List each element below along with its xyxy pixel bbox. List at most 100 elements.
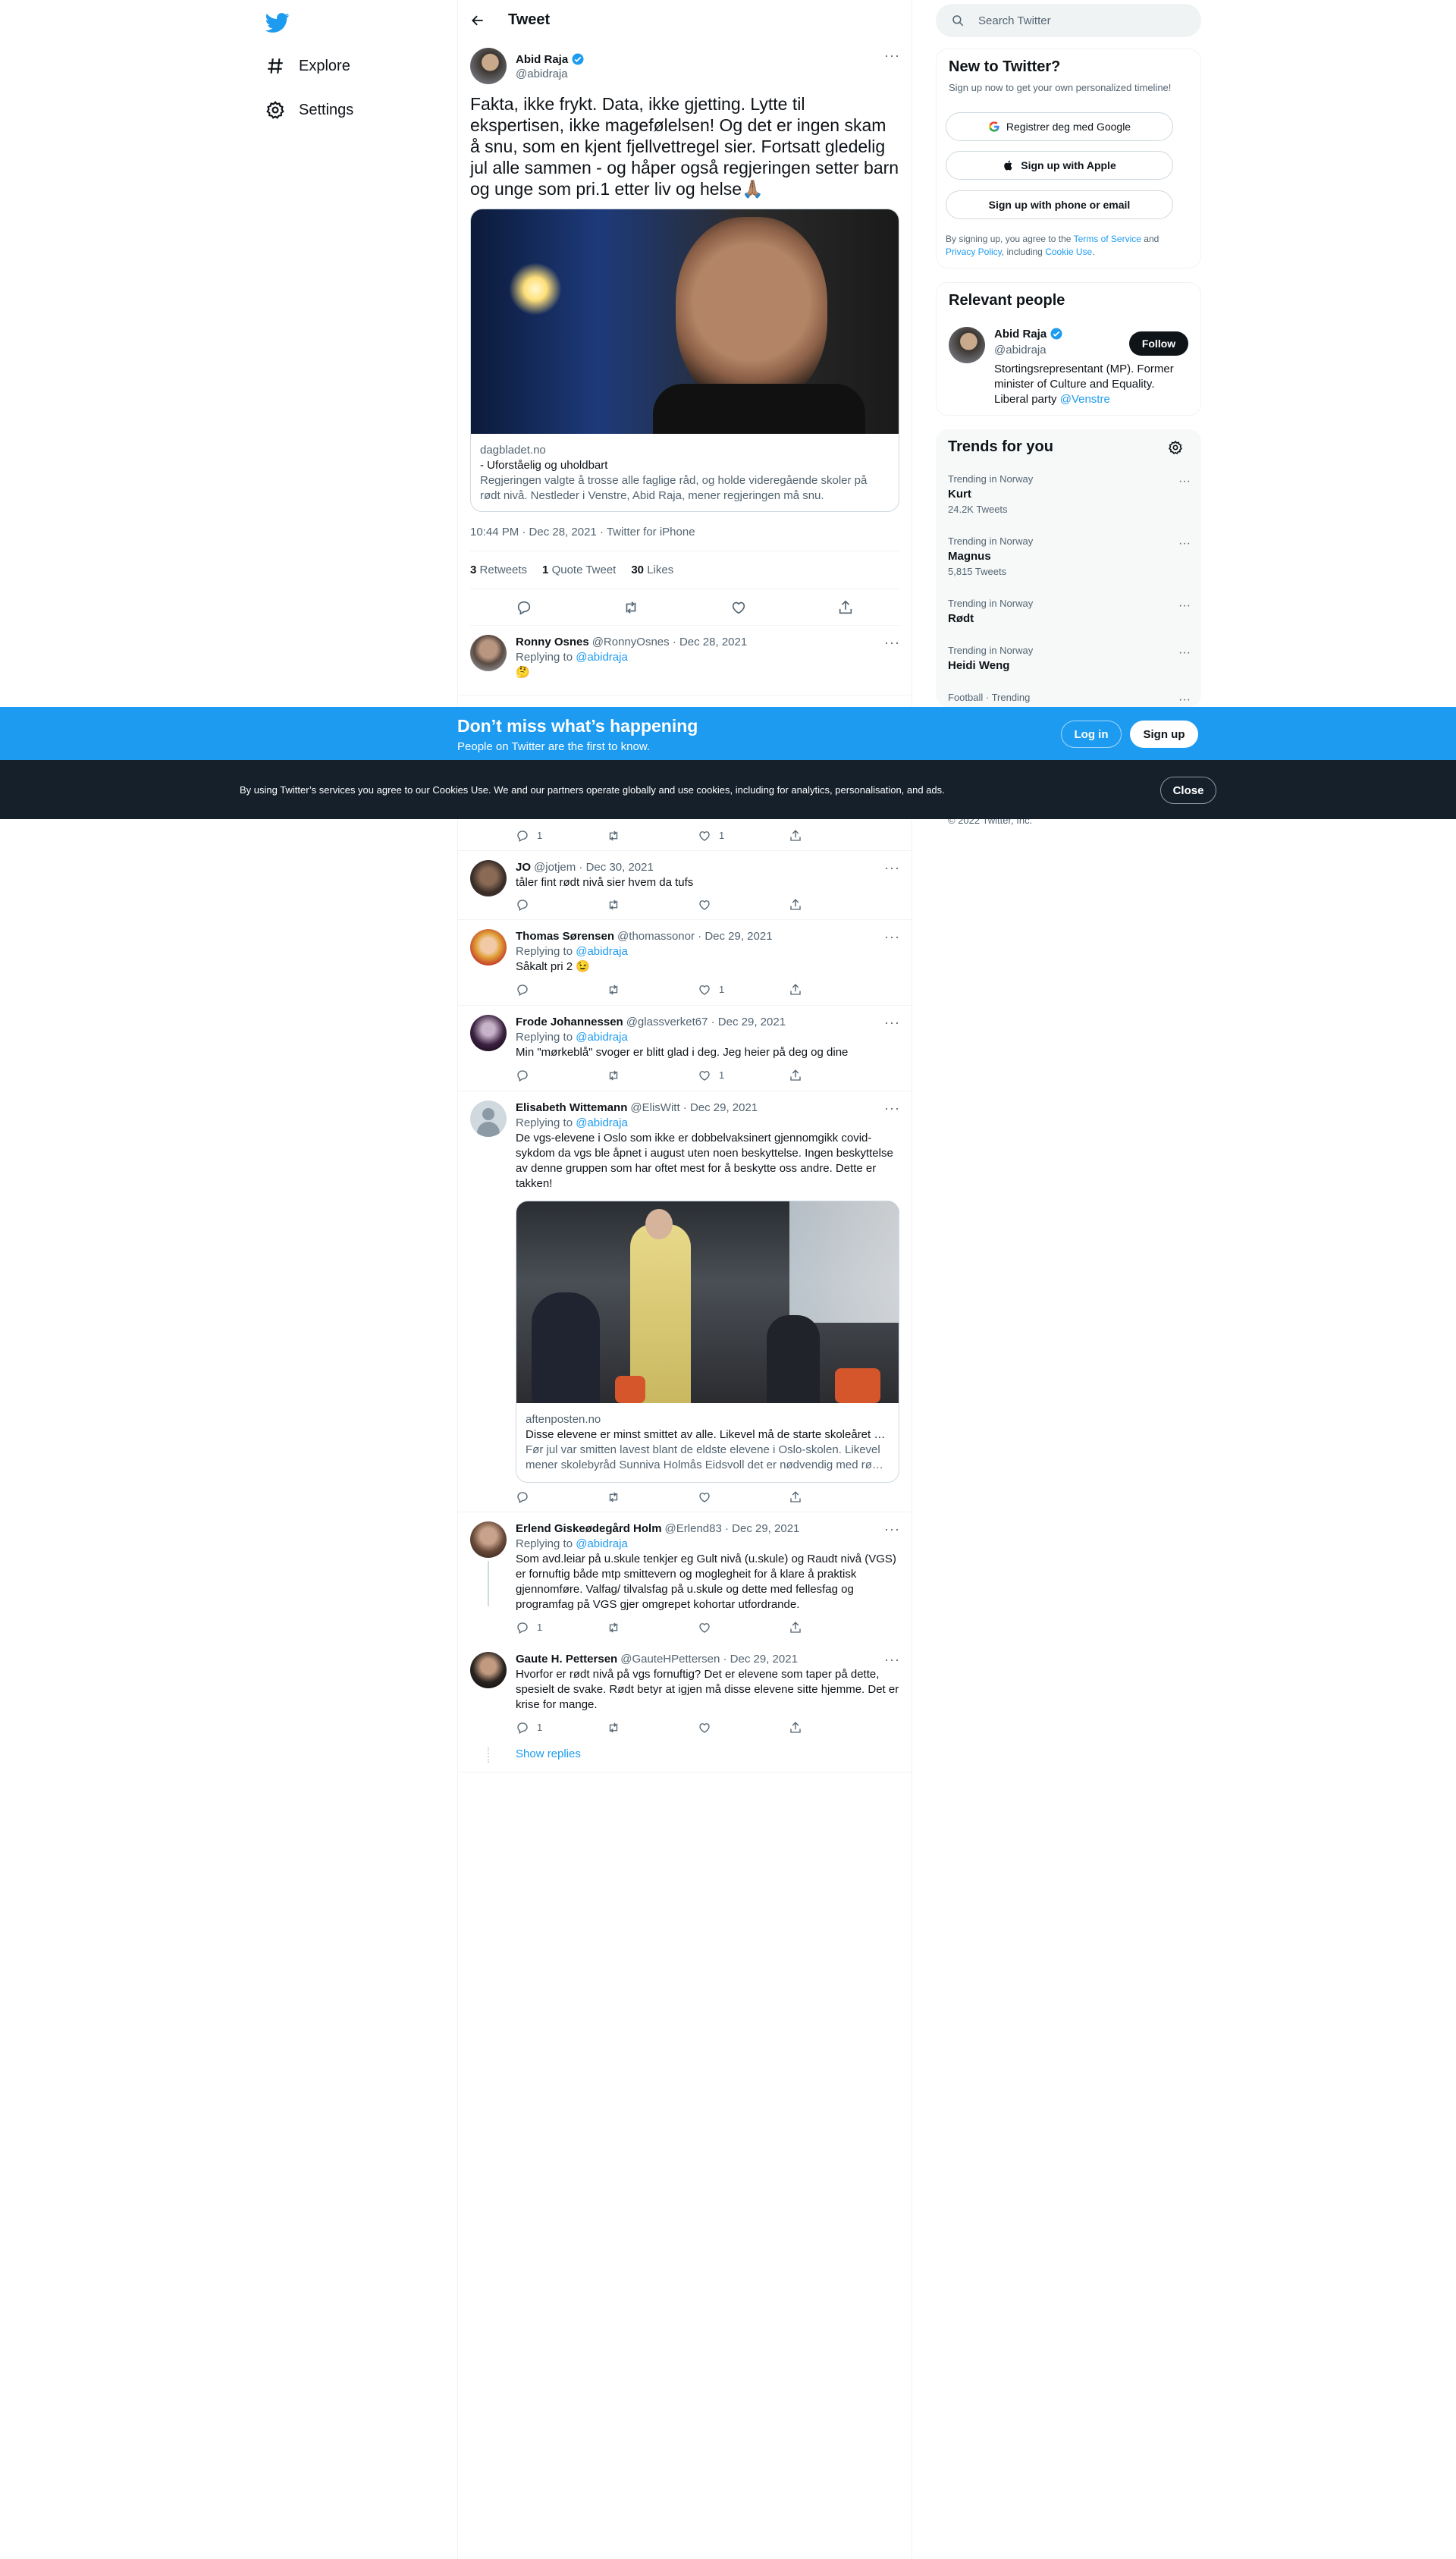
retweet-stat[interactable]: 3 Retweets	[470, 564, 527, 576]
link-card[interactable]: aftenposten.no Disse elevene er minst sm…	[516, 1201, 899, 1483]
avatar[interactable]	[470, 635, 507, 671]
avatar[interactable]	[470, 1015, 507, 1051]
avatar[interactable]	[470, 1652, 507, 1688]
avatar[interactable]	[470, 1101, 507, 1137]
nav-explore[interactable]: Explore	[265, 51, 350, 81]
replying-to-link[interactable]: @abidraja	[576, 945, 628, 958]
reply-tweet[interactable]: Elisabeth Wittemann @ElisWitt · Dec 29, …	[458, 1091, 912, 1512]
reply-tweet[interactable]: Frode Johannessen @glassverket67 · Dec 2…	[458, 1006, 912, 1091]
reply-button[interactable]	[516, 1490, 561, 1504]
reply-tweet[interactable]: Erlend Giskeødegård Holm @Erlend83 · Dec…	[458, 1512, 912, 1643]
apple-signup-button[interactable]: Sign up with Apple	[946, 151, 1173, 180]
share-button[interactable]	[789, 1490, 834, 1504]
like-button[interactable]: 1	[698, 1068, 743, 1083]
show-replies-link[interactable]: Show replies	[516, 1747, 581, 1763]
reply-tweet[interactable]: Gaute H. Pettersen @GauteHPettersen · De…	[458, 1643, 912, 1743]
retweet-button[interactable]	[607, 828, 652, 843]
share-button[interactable]	[789, 1620, 834, 1635]
author-handle[interactable]: @abidraja	[516, 68, 585, 80]
retweet-button[interactable]	[607, 1720, 652, 1735]
signup-button[interactable]: Sign up	[1130, 721, 1198, 748]
like-button[interactable]	[698, 898, 743, 912]
reply-meta[interactable]: @ElisWitt · Dec 29, 2021	[630, 1101, 758, 1116]
retweet-icon[interactable]	[623, 599, 639, 616]
author-name[interactable]: Abid Raja	[516, 53, 568, 66]
like-button[interactable]: 1	[698, 982, 743, 997]
reply-button[interactable]	[516, 1068, 561, 1083]
more-options-icon[interactable]: ···	[1178, 693, 1191, 707]
trend-item[interactable]: Football · Trending ···	[948, 692, 1191, 706]
like-icon[interactable]	[730, 599, 747, 616]
gear-icon[interactable]	[1168, 440, 1183, 455]
more-options-icon[interactable]: ···	[884, 929, 899, 944]
google-signup-button[interactable]: Registrer deg med Google	[946, 112, 1173, 141]
person-name[interactable]: Abid Raja	[994, 328, 1046, 341]
reply-author-name[interactable]: Thomas Sørensen	[516, 929, 614, 944]
more-options-icon[interactable]: ···	[884, 1101, 899, 1116]
like-button[interactable]	[698, 1720, 743, 1735]
share-icon[interactable]	[837, 599, 854, 616]
replying-to-link[interactable]: @abidraja	[576, 1537, 628, 1550]
retweet-button[interactable]	[607, 1068, 652, 1083]
like-button[interactable]	[698, 1620, 743, 1635]
avatar[interactable]	[470, 48, 507, 84]
replying-to-link[interactable]: @abidraja	[576, 1031, 628, 1044]
share-button[interactable]	[789, 982, 834, 997]
privacy-link[interactable]: Privacy Policy	[946, 246, 1002, 257]
reply-author-name[interactable]: Erlend Giskeødegård Holm	[516, 1521, 662, 1537]
trend-item[interactable]: Trending in Norway Magnus 5,815 Tweets ···	[948, 535, 1191, 577]
avatar[interactable]	[949, 327, 985, 363]
reply-icon[interactable]	[516, 599, 532, 616]
share-button[interactable]	[789, 1068, 834, 1083]
reply-button[interactable]: 1	[516, 1720, 561, 1735]
share-button[interactable]	[789, 1720, 834, 1735]
reply-button[interactable]: 1	[516, 1620, 561, 1635]
tweet-timestamp[interactable]: 10:44 PM · Dec 28, 2021 · Twitter for iP…	[470, 512, 899, 551]
reply-meta[interactable]: @thomassonor · Dec 29, 2021	[617, 929, 773, 944]
reply-meta[interactable]: @GauteHPettersen · Dec 29, 2021	[620, 1652, 798, 1667]
reply-author-name[interactable]: Elisabeth Wittemann	[516, 1101, 627, 1116]
more-options-icon[interactable]: ···	[1178, 537, 1191, 551]
more-options-icon[interactable]: ···	[884, 48, 899, 63]
retweet-button[interactable]	[607, 1620, 652, 1635]
reply-meta[interactable]: @glassverket67 · Dec 29, 2021	[626, 1015, 786, 1030]
reply-button[interactable]	[516, 898, 561, 912]
phone-signup-button[interactable]: Sign up with phone or email	[946, 190, 1173, 219]
trend-item[interactable]: Trending in Norway Kurt 24.2K Tweets ···	[948, 473, 1191, 515]
replying-to-link[interactable]: @abidraja	[576, 1116, 628, 1129]
reply-meta[interactable]: @jotjem · Dec 30, 2021	[534, 860, 654, 875]
link-card[interactable]: dagbladet.no - Uforståelig og uholdbart …	[470, 209, 899, 512]
more-options-icon[interactable]: ···	[884, 1015, 899, 1030]
more-options-icon[interactable]: ···	[884, 1521, 899, 1537]
reply-author-name[interactable]: Ronny Osnes	[516, 635, 589, 650]
retweet-button[interactable]	[607, 1490, 652, 1504]
reply-author-name[interactable]: Gaute H. Pettersen	[516, 1652, 617, 1667]
reply-author-name[interactable]: Frode Johannessen	[516, 1015, 623, 1030]
replying-to-link[interactable]: @abidraja	[576, 651, 628, 664]
reply-button[interactable]: 1	[516, 828, 561, 843]
reply-author-name[interactable]: JO	[516, 860, 531, 875]
bio-link[interactable]: @Venstre	[1060, 393, 1110, 406]
avatar[interactable]	[470, 929, 507, 966]
like-stat[interactable]: 30 Likes	[631, 564, 673, 576]
retweet-button[interactable]	[607, 982, 652, 997]
reply-tweet[interactable]: JO @jotjem · Dec 30, 2021 ··· tåler fint …	[458, 851, 912, 920]
reply-meta[interactable]: @Erlend83 · Dec 29, 2021	[665, 1521, 800, 1537]
share-button[interactable]	[789, 898, 834, 912]
reply-tweet[interactable]: Thomas Sørensen @thomassonor · Dec 29, 2…	[458, 920, 912, 1006]
like-button[interactable]: 1	[698, 828, 743, 843]
twitter-logo-icon[interactable]	[265, 11, 290, 35]
cookie-link[interactable]: Cookie Use	[1045, 246, 1092, 257]
like-button[interactable]	[698, 1490, 743, 1504]
more-options-icon[interactable]: ···	[884, 635, 899, 650]
terms-link[interactable]: Terms of Service	[1074, 234, 1141, 244]
follow-button[interactable]: Follow	[1129, 331, 1188, 356]
more-options-icon[interactable]: ···	[1178, 475, 1191, 488]
share-button[interactable]	[789, 828, 834, 843]
avatar[interactable]	[470, 1521, 507, 1558]
reply-button[interactable]	[516, 982, 561, 997]
cookie-close-button[interactable]: Close	[1160, 777, 1216, 804]
more-options-icon[interactable]: ···	[884, 860, 899, 875]
login-button[interactable]: Log in	[1061, 721, 1122, 748]
retweet-button[interactable]	[607, 898, 652, 912]
